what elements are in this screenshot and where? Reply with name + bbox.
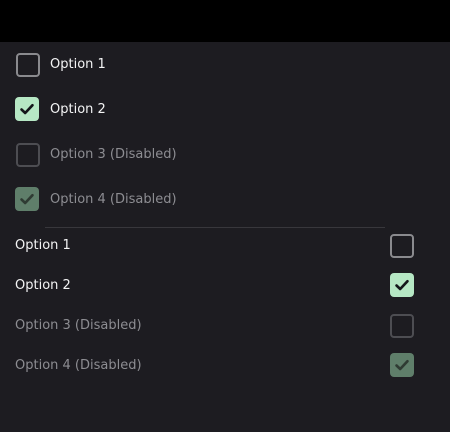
checkbox-option-2-trailing[interactable]	[390, 273, 414, 297]
checkmark-icon	[20, 193, 34, 205]
checkmark-icon	[20, 103, 34, 115]
checkbox-option-4-disabled	[15, 187, 39, 211]
checkbox-label-option-3-trailing: Option 3 (Disabled)	[15, 318, 142, 333]
checkbox-option-1[interactable]	[16, 53, 40, 77]
checkbox-label-option-2-trailing: Option 2	[15, 278, 71, 293]
checkbox-option-2[interactable]	[15, 97, 39, 121]
checkbox-label-option-2: Option 2	[50, 102, 106, 117]
checkbox-option-3-trailing-disabled	[390, 314, 414, 338]
checkmark-icon	[395, 279, 409, 291]
checkbox-label-option-3: Option 3 (Disabled)	[50, 147, 177, 162]
checkbox-option-3-disabled	[16, 143, 40, 167]
top-bar	[0, 0, 450, 42]
checkbox-label-option-4-trailing: Option 4 (Disabled)	[15, 358, 142, 373]
checkbox-option-4-trailing-disabled	[390, 353, 414, 377]
checkmark-icon	[395, 359, 409, 371]
checkbox-label-option-1: Option 1	[50, 57, 106, 72]
checkbox-label-option-4: Option 4 (Disabled)	[50, 192, 177, 207]
divider	[45, 227, 385, 228]
checkbox-option-1-trailing[interactable]	[390, 234, 414, 258]
checkbox-label-option-1-trailing: Option 1	[15, 238, 71, 253]
